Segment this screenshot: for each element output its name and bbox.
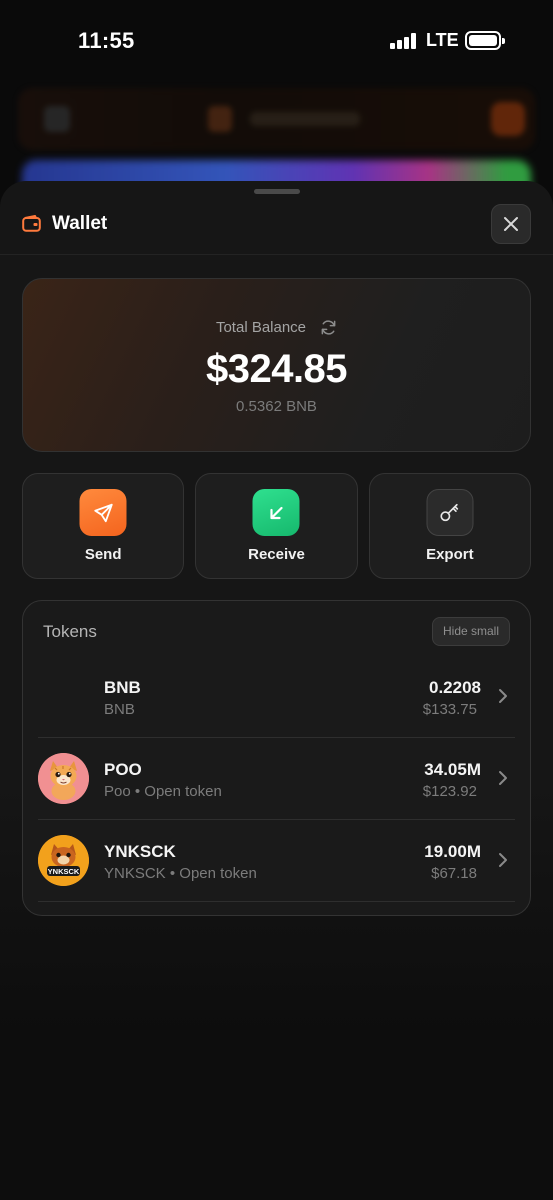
network-label: LTE — [426, 30, 459, 50]
token-sub: BNB — [104, 701, 135, 718]
export-button[interactable]: Export — [368, 473, 531, 579]
token-list: BNB BNB 0.2208 $133.75 POO Poo • Open to… — [38, 656, 515, 902]
sheet-header: Wallet — [0, 181, 553, 255]
tokens-card: Tokens Hide small BNB BNB 0.2208 $133.75 — [22, 600, 531, 916]
tokens-title: Tokens — [43, 622, 97, 641]
token-sub: Poo • Open token — [104, 783, 222, 800]
send-icon-tile — [79, 489, 127, 536]
send-label: Send — [84, 546, 122, 563]
status-time: 11:55 — [78, 28, 135, 53]
export-icon-tile — [426, 489, 474, 536]
receive-button[interactable]: Receive — [195, 473, 358, 579]
wallet-icon — [22, 215, 41, 232]
token-amount: 34.05M — [424, 760, 481, 779]
key-icon — [440, 503, 459, 521]
token-value: $67.18 — [431, 865, 477, 882]
sheet-title: Wallet — [52, 213, 108, 234]
token-name: POO — [104, 760, 142, 779]
export-label: Export — [426, 546, 474, 563]
close-button[interactable] — [491, 204, 531, 244]
token-avatar-empty — [38, 671, 89, 722]
token-value: $123.92 — [422, 783, 477, 800]
receive-icon-tile — [252, 489, 300, 536]
balance-amount: $324.85 — [205, 347, 348, 391]
receive-icon — [270, 506, 283, 519]
token-row-poo[interactable]: POO Poo • Open token 34.05M $123.92 — [38, 738, 515, 820]
token-amount: 19.00M — [424, 842, 481, 861]
cat-avatar-icon — [38, 753, 89, 804]
token-name: BNB — [104, 678, 141, 697]
token-row-ynksck[interactable]: YNKSCK YNKSCK YNKSCK • Open token 19.00M… — [38, 820, 515, 902]
chevron-right-icon — [499, 689, 507, 703]
hide-small-button[interactable]: Hide small — [431, 617, 510, 646]
balance-bnb: 0.5362 BNB — [236, 398, 317, 415]
chevron-right-icon — [499, 771, 507, 785]
token-name: YNKSCK — [104, 842, 176, 861]
background-header — [18, 88, 535, 150]
token-row-bnb[interactable]: BNB BNB 0.2208 $133.75 — [38, 656, 515, 738]
send-button[interactable]: Send — [22, 473, 185, 579]
send-icon — [93, 503, 113, 522]
refresh-icon[interactable] — [320, 319, 337, 336]
receive-label: Receive — [248, 546, 305, 563]
token-sub: YNKSCK • Open token — [104, 865, 257, 882]
status-bar: 11:55 LTE — [0, 0, 553, 80]
token-value: $133.75 — [422, 701, 477, 718]
chevron-right-icon — [499, 853, 507, 867]
wallet-sheet: Wallet Total Balance $324.85 0.5362 BNB — [0, 181, 553, 1200]
signal-icon — [390, 33, 418, 49]
token-amount: 0.2208 — [429, 678, 481, 697]
balance-card: Total Balance $324.85 0.5362 BNB — [22, 278, 531, 452]
balance-label: Total Balance — [215, 319, 307, 336]
svg-text:YNKSCK: YNKSCK — [48, 867, 80, 876]
battery-icon — [465, 31, 505, 50]
close-icon — [504, 217, 518, 231]
ynksck-logo-icon: YNKSCK — [38, 835, 89, 886]
action-buttons: Send Receive Export — [22, 473, 531, 579]
